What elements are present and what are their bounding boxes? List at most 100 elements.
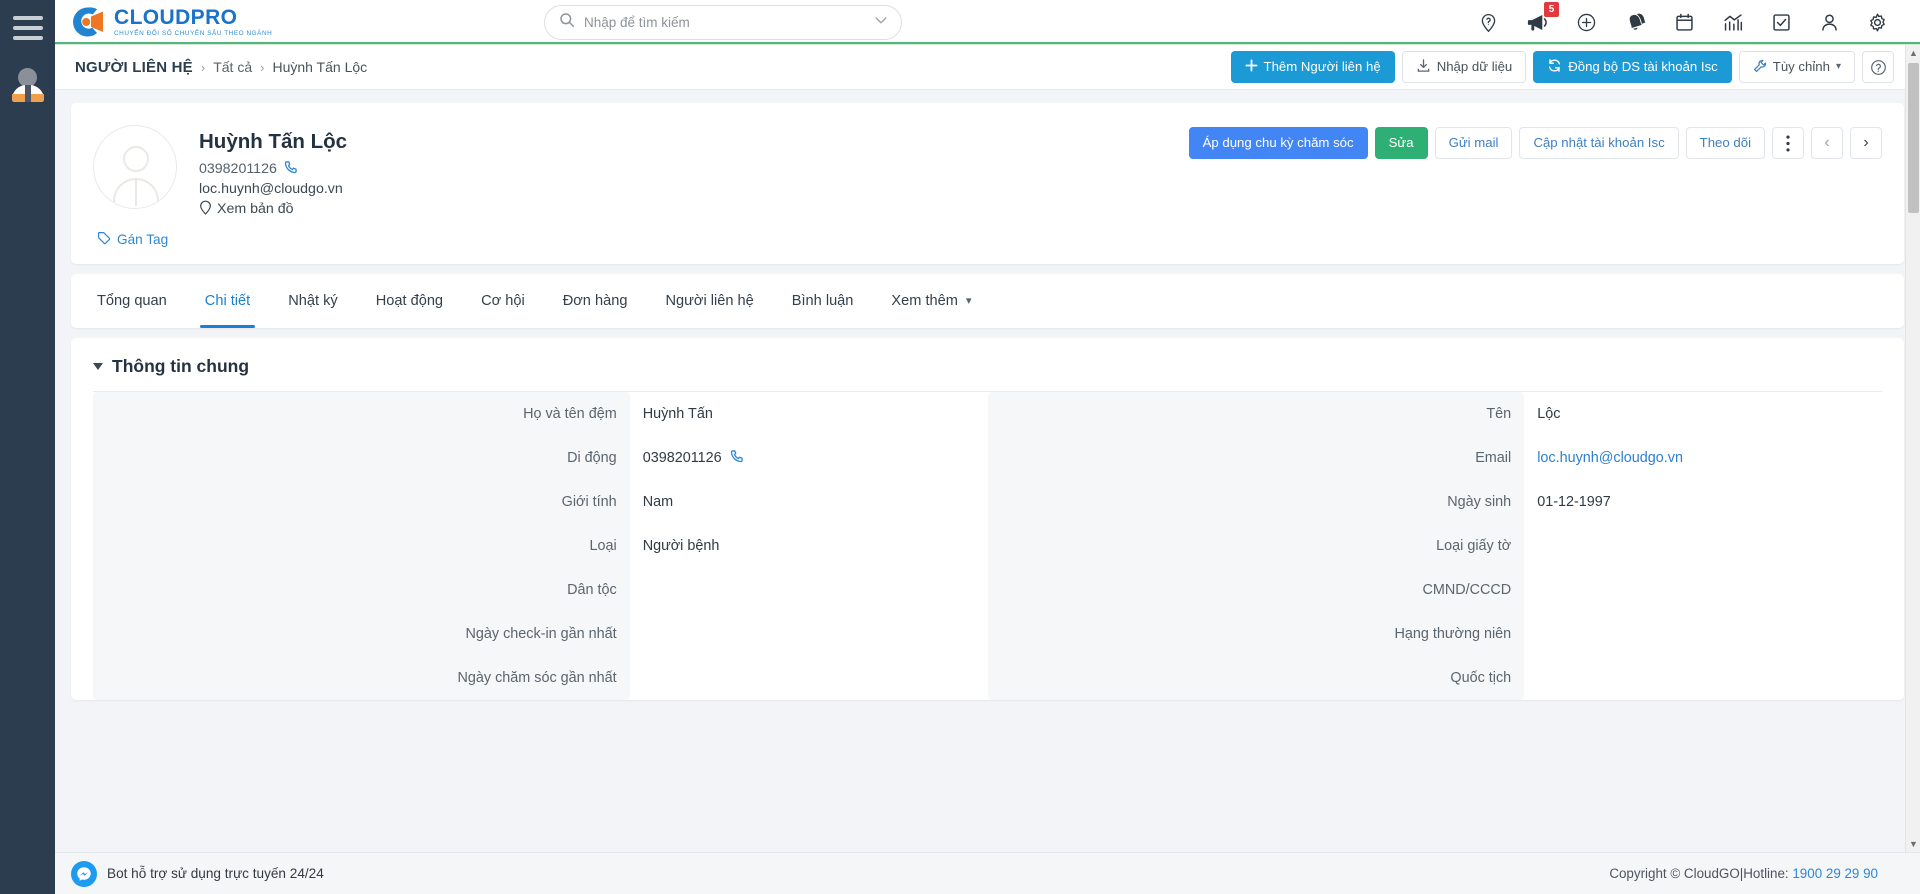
topbar-icon-group: 5 xyxy=(1478,1,1920,34)
plus-circle-icon[interactable] xyxy=(1576,12,1597,33)
phone-call-icon[interactable] xyxy=(730,449,744,467)
sync-icon xyxy=(1547,58,1562,75)
field-value: 01-12-1997 xyxy=(1537,493,1611,510)
field-value-email[interactable]: loc.huynh@cloudgo.vn xyxy=(1524,450,1882,466)
tab-tong-quan[interactable]: Tổng quan xyxy=(97,274,186,328)
apply-care-cycle-button[interactable]: Áp dụng chu kỳ chăm sóc xyxy=(1188,127,1368,159)
vertical-scrollbar[interactable]: ▲ ▼ xyxy=(1905,45,1920,852)
chart-icon[interactable] xyxy=(1722,12,1744,33)
field-grid: Họ và tên đệm Huỳnh Tấn Di động 039820112… xyxy=(93,391,1883,700)
field-row: Dân tộc xyxy=(93,567,988,612)
megaphone-icon[interactable]: 5 xyxy=(1526,1,1559,34)
general-info-card: Thông tin chung Họ và tên đệm Huỳnh Tấn D… xyxy=(71,337,1904,700)
breadcrumb-item-current[interactable]: Huỳnh Tấn Lộc xyxy=(272,59,367,75)
section-header-general-info[interactable]: Thông tin chung xyxy=(93,356,1882,377)
tab-nhat-ky[interactable]: Nhật ký xyxy=(269,274,356,328)
copyright-text: Copyright © CloudGO|Hotline: 1900 29 29 … xyxy=(1609,866,1878,881)
global-search[interactable] xyxy=(544,5,902,40)
phone-call-icon[interactable] xyxy=(284,160,298,178)
hamburger-menu-icon[interactable] xyxy=(12,16,43,40)
checkbox-icon[interactable] xyxy=(1771,12,1792,33)
scroll-down-arrow-icon[interactable]: ▼ xyxy=(1906,836,1920,852)
breadcrumb-root[interactable]: NGƯỜI LIÊN HỆ xyxy=(75,59,193,76)
cloudpro-logo-icon xyxy=(71,5,105,39)
tab-co-hoi[interactable]: Cơ hội xyxy=(462,274,544,328)
tab-label: Nhật ký xyxy=(288,292,338,309)
section-title-label: Thông tin chung xyxy=(112,355,250,376)
add-contact-label: Thêm Người liên hệ xyxy=(1263,59,1381,75)
field-label: Giới tính xyxy=(93,479,630,524)
field-row: CMND/CCCD xyxy=(987,567,1883,612)
field-label: Dân tộc xyxy=(93,567,630,612)
breadcrumb-item-all[interactable]: Tất cả xyxy=(213,59,252,75)
wrench-icon xyxy=(1753,59,1767,75)
field-row: Loại giấy tờ xyxy=(987,523,1883,568)
chevron-down-icon[interactable] xyxy=(873,12,889,33)
field-row: Ngày sinh 01-12-1997 xyxy=(987,479,1883,524)
more-options-icon[interactable] xyxy=(1772,127,1804,159)
page-action-group: Thêm Người liên hệ Nhập dữ liệu Đồng bộ … xyxy=(1230,51,1894,83)
help-location-icon[interactable] xyxy=(1478,12,1499,33)
search-input[interactable] xyxy=(584,15,873,30)
field-label: Ngày sinh xyxy=(987,479,1525,524)
tab-nguoi-lien-he[interactable]: Người liên hệ xyxy=(646,274,772,328)
sync-account-label: Đồng bộ DS tài khoản Isc xyxy=(1568,59,1718,75)
field-value-phone: 0398201126 xyxy=(630,449,988,467)
view-map-link[interactable]: Xem bản đồ xyxy=(199,200,347,219)
field-label: Hạng thường niên xyxy=(987,611,1525,656)
help-button[interactable] xyxy=(1862,51,1894,83)
edit-button[interactable]: Sửa xyxy=(1374,127,1428,159)
update-isc-account-button[interactable]: Cập nhật tài khoản Isc xyxy=(1519,127,1679,159)
view-map-label: Xem bản đồ xyxy=(217,201,294,218)
field-label: CMND/CCCD xyxy=(987,567,1525,612)
download-icon xyxy=(1416,58,1431,75)
field-label: Quốc tịch xyxy=(987,655,1525,700)
notification-badge: 5 xyxy=(1544,1,1559,17)
assign-tag-link[interactable]: Gán Tag xyxy=(71,231,1904,264)
field-column-right: Tên Lộc Email loc.huynh@cloudgo.vn Ngày si… xyxy=(987,391,1883,700)
support-bot-label: Bot hỗ trợ sử dụng trực tuyến 24/24 xyxy=(107,866,324,881)
tab-label: Người liên hệ xyxy=(665,292,754,309)
field-label: Di động xyxy=(93,435,630,480)
tag-icon xyxy=(97,231,111,248)
field-value: Người bệnh xyxy=(642,537,720,554)
bell-icon[interactable] xyxy=(1624,12,1647,33)
tab-xem-them[interactable]: Xem thêm ▾ xyxy=(872,274,990,328)
next-record-button[interactable]: › xyxy=(1850,127,1882,159)
field-row: Tên Lộc xyxy=(987,391,1883,436)
tab-don-hang[interactable]: Đơn hàng xyxy=(544,274,647,328)
brand-logo[interactable]: CLOUDPRO CHUYỂN ĐỔI SỐ CHUYÊN SÂU THEO N… xyxy=(55,5,475,39)
scrollbar-thumb[interactable] xyxy=(1908,63,1919,213)
tab-label: Tổng quan xyxy=(97,292,167,309)
search-icon xyxy=(559,12,575,33)
scroll-up-arrow-icon[interactable]: ▲ xyxy=(1906,45,1920,61)
sync-account-button[interactable]: Đồng bộ DS tài khoản Isc xyxy=(1533,51,1732,83)
messenger-icon xyxy=(71,860,97,887)
prev-record-button[interactable]: ‹ xyxy=(1811,127,1843,159)
tab-hoat-dong[interactable]: Hoạt động xyxy=(357,274,462,328)
tab-label: Bình luận xyxy=(791,292,854,309)
field-label: Email xyxy=(987,435,1525,480)
tab-binh-luan[interactable]: Bình luận xyxy=(773,274,873,328)
brand-tagline: CHUYỂN ĐỔI SỐ CHUYÊN SÂU THEO NGÀNH xyxy=(114,30,273,37)
send-mail-button[interactable]: Gửi mail xyxy=(1434,127,1513,159)
contact-action-group: Áp dụng chu kỳ chăm sóc Sửa Gửi mail Cập… xyxy=(1188,125,1882,219)
field-row: Email loc.huynh@cloudgo.vn xyxy=(987,435,1883,480)
field-label: Tên xyxy=(987,391,1525,436)
chevron-down-icon: ▾ xyxy=(1835,61,1841,72)
tab-label: Đơn hàng xyxy=(562,292,628,309)
map-pin-icon xyxy=(199,200,212,219)
customize-button[interactable]: Tùy chỉnh ▾ xyxy=(1738,51,1855,83)
import-data-button[interactable]: Nhập dữ liệu xyxy=(1401,51,1527,83)
tab-chi-tiet[interactable]: Chi tiết xyxy=(186,274,269,328)
user-icon[interactable] xyxy=(1819,12,1840,33)
user-avatar-icon[interactable] xyxy=(11,68,45,102)
hotline-number[interactable]: 1900 29 29 90 xyxy=(1792,866,1878,881)
follow-button[interactable]: Theo dõi xyxy=(1685,127,1765,159)
add-contact-button[interactable]: Thêm Người liên hệ xyxy=(1230,51,1395,83)
support-bot-link[interactable]: Bot hỗ trợ sử dụng trực tuyến 24/24 xyxy=(71,860,324,887)
tabs-card: Tổng quan Chi tiết Nhật ký Hoạt động Cơ … xyxy=(71,273,1904,328)
gear-icon[interactable] xyxy=(1867,12,1888,33)
calendar-icon[interactable] xyxy=(1674,12,1695,33)
field-value: Nam xyxy=(642,493,674,510)
